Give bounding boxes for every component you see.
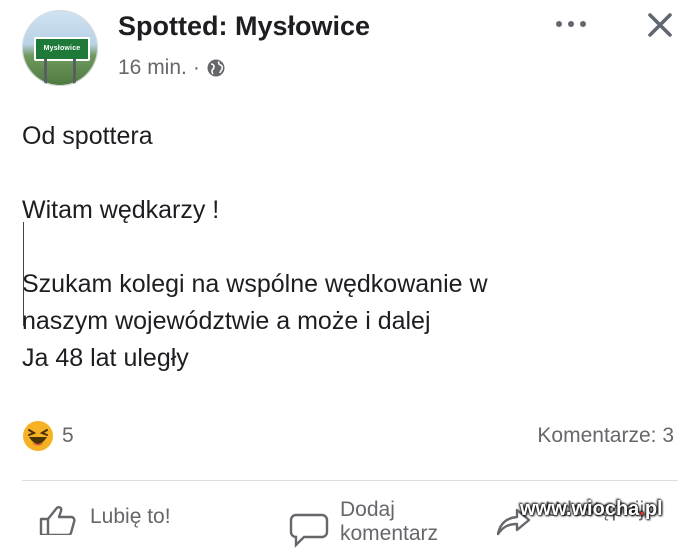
- haha-reaction-icon[interactable]: [22, 420, 54, 452]
- avatar-sign-pole: [73, 59, 76, 86]
- divider: [22, 480, 678, 481]
- watermark: www.wiocha.pl: [520, 498, 663, 521]
- post-meta: 16 min. ·: [118, 56, 226, 80]
- thumbs-up-icon: [39, 506, 76, 535]
- avatar-sign: Mysłowice: [34, 37, 90, 61]
- text-cursor: [23, 222, 24, 326]
- reaction-count[interactable]: 5: [62, 424, 74, 448]
- comment-button[interactable]: Dodaj komentarz: [288, 498, 438, 548]
- close-icon[interactable]: [645, 10, 675, 40]
- page-avatar[interactable]: Mysłowice: [22, 10, 98, 86]
- globe-icon: [207, 59, 225, 77]
- watermark-prefix: www.wiocha: [520, 498, 640, 520]
- like-label: Lubię to!: [90, 505, 171, 528]
- comment-bubble-icon: [289, 513, 329, 548]
- post-timestamp[interactable]: 16 min.: [118, 56, 187, 80]
- comment-label-line1: Dodaj: [340, 498, 395, 521]
- watermark-suffix: pl: [644, 498, 663, 520]
- like-button[interactable]: Lubię to!: [38, 505, 171, 535]
- comments-count[interactable]: Komentarze: 3: [537, 424, 674, 448]
- post-text: Od spottera Witam wędkarzy ! Szukam kole…: [22, 122, 488, 372]
- comment-label: Dodaj komentarz: [340, 498, 438, 546]
- more-options-icon[interactable]: [556, 14, 586, 34]
- meta-separator: ·: [192, 56, 200, 79]
- comment-label-line2: komentarz: [340, 522, 439, 545]
- avatar-sign-pole: [44, 59, 47, 86]
- page-name-link[interactable]: Spotted: Mysłowice: [118, 11, 370, 42]
